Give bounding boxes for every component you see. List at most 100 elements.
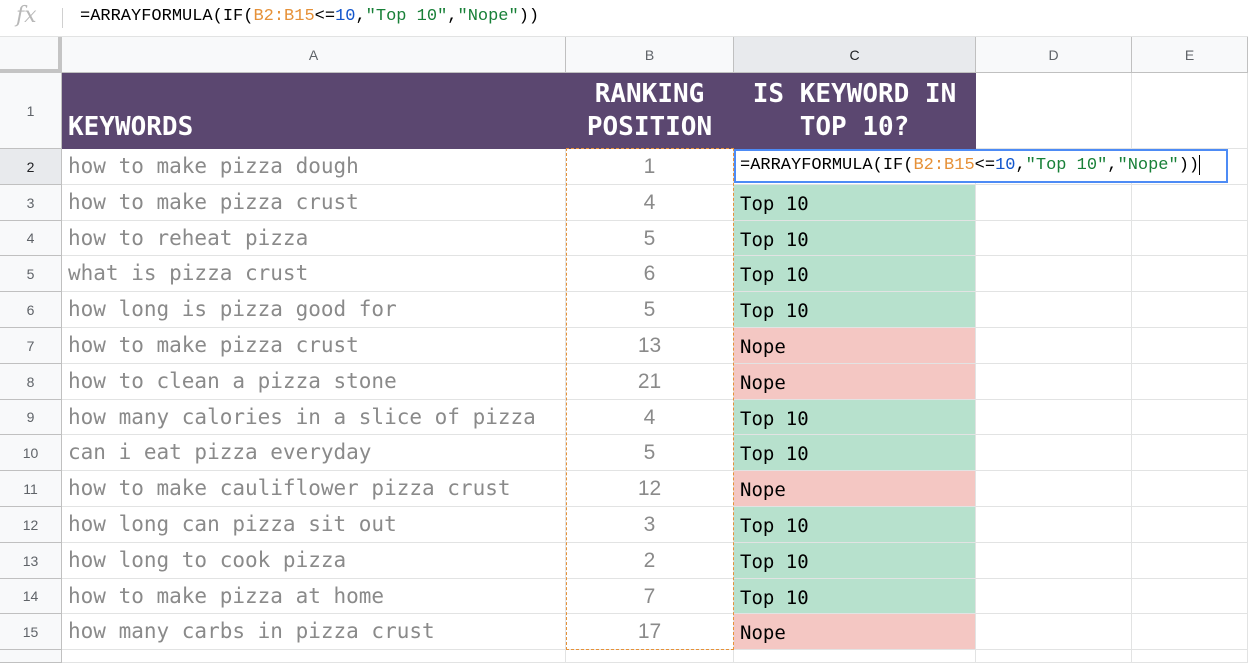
cell-e8[interactable] — [1132, 364, 1248, 400]
result-cell-nope[interactable]: Nope — [734, 328, 976, 364]
result-cell-top10[interactable]: Top 10 — [734, 221, 976, 256]
ranking-cell[interactable]: 7 — [566, 579, 734, 614]
keyword-cell[interactable]: how to clean a pizza stone — [62, 364, 566, 400]
ranking-cell[interactable]: 13 — [566, 328, 734, 364]
ranking-cell[interactable]: 4 — [566, 400, 734, 435]
cell-e12[interactable] — [1132, 507, 1248, 543]
result-cell-top10[interactable]: Top 10 — [734, 292, 976, 328]
result-cell-top10[interactable]: Top 10 — [734, 185, 976, 221]
keyword-cell[interactable]: how many calories in a slice of pizza — [62, 400, 566, 435]
column-header-a[interactable]: A — [62, 37, 566, 73]
result-cell-top10[interactable]: Top 10 — [734, 579, 976, 614]
cell-row16[interactable] — [734, 650, 976, 663]
keyword-cell[interactable]: how long can pizza sit out — [62, 507, 566, 543]
row-header-11[interactable]: 11 — [0, 471, 62, 507]
cell-row16[interactable] — [976, 650, 1132, 663]
cell-e5[interactable] — [1132, 256, 1248, 292]
ranking-cell[interactable]: 5 — [566, 435, 734, 471]
cell-d7[interactable] — [976, 328, 1132, 364]
keyword-cell[interactable]: how many carbs in pizza crust — [62, 614, 566, 650]
keyword-cell[interactable]: how to make pizza at home — [62, 579, 566, 614]
keyword-cell[interactable]: how to make pizza crust — [62, 185, 566, 221]
cell-e13[interactable] — [1132, 543, 1248, 579]
row-header-15[interactable]: 15 — [0, 614, 62, 650]
cell-d4[interactable] — [976, 221, 1132, 256]
cell-d14[interactable] — [976, 579, 1132, 614]
cell-c1-top10-header[interactable]: IS KEYWORD IN TOP 10? — [734, 73, 976, 149]
cell-d10[interactable] — [976, 435, 1132, 471]
cell-d3[interactable] — [976, 185, 1132, 221]
keyword-cell[interactable]: how to reheat pizza — [62, 221, 566, 256]
ranking-cell[interactable]: 3 — [566, 507, 734, 543]
row-header-10[interactable]: 10 — [0, 435, 62, 471]
cell-d6[interactable] — [976, 292, 1132, 328]
cell-d13[interactable] — [976, 543, 1132, 579]
select-all-corner[interactable] — [0, 37, 62, 73]
cell-d15[interactable] — [976, 614, 1132, 650]
cell-e11[interactable] — [1132, 471, 1248, 507]
cell-e3[interactable] — [1132, 185, 1248, 221]
ranking-cell[interactable]: 21 — [566, 364, 734, 400]
row-header-1[interactable]: 1 — [0, 73, 62, 149]
column-header-d[interactable]: D — [976, 37, 1132, 73]
result-cell-top10[interactable]: Top 10 — [734, 543, 976, 579]
cell-e1[interactable] — [1132, 73, 1248, 149]
row-header-7[interactable]: 7 — [0, 328, 62, 364]
keyword-cell[interactable]: how long is pizza good for — [62, 292, 566, 328]
cell-d5[interactable] — [976, 256, 1132, 292]
column-header-b[interactable]: B — [566, 37, 734, 73]
ranking-cell[interactable]: 1 — [566, 149, 734, 185]
row-header-14[interactable]: 14 — [0, 579, 62, 614]
row-header-13[interactable]: 13 — [0, 543, 62, 579]
row-header-2[interactable]: 2 — [0, 149, 62, 185]
result-cell-nope[interactable]: Nope — [734, 364, 976, 400]
cell-d11[interactable] — [976, 471, 1132, 507]
ranking-cell[interactable]: 12 — [566, 471, 734, 507]
cell-e15[interactable] — [1132, 614, 1248, 650]
keyword-cell[interactable]: how to make cauliflower pizza crust — [62, 471, 566, 507]
row-header-6[interactable]: 6 — [0, 292, 62, 328]
row-header-5[interactable]: 5 — [0, 256, 62, 292]
ranking-cell[interactable]: 6 — [566, 256, 734, 292]
row-header-12[interactable]: 12 — [0, 507, 62, 543]
ranking-cell[interactable]: 4 — [566, 185, 734, 221]
result-cell-top10[interactable]: Top 10 — [734, 435, 976, 471]
cell-row16[interactable] — [566, 650, 734, 663]
cell-e10[interactable] — [1132, 435, 1248, 471]
column-header-c[interactable]: C — [734, 37, 976, 73]
cell-d1[interactable] — [976, 73, 1132, 149]
ranking-cell[interactable]: 5 — [566, 221, 734, 256]
cell-e6[interactable] — [1132, 292, 1248, 328]
row-header-16[interactable] — [0, 650, 62, 663]
ranking-cell[interactable]: 2 — [566, 543, 734, 579]
keyword-cell[interactable]: what is pizza crust — [62, 256, 566, 292]
keyword-cell[interactable]: how to make pizza crust — [62, 328, 566, 364]
keyword-cell[interactable]: can i eat pizza everyday — [62, 435, 566, 471]
result-cell-top10[interactable]: Top 10 — [734, 256, 976, 292]
result-cell-top10[interactable]: Top 10 — [734, 507, 976, 543]
cell-d8[interactable] — [976, 364, 1132, 400]
ranking-cell[interactable]: 5 — [566, 292, 734, 328]
cell-d9[interactable] — [976, 400, 1132, 435]
row-header-3[interactable]: 3 — [0, 185, 62, 221]
cell-editor-c2[interactable]: =ARRAYFORMULA(IF(B2:B15<=10,"Top 10","No… — [734, 149, 1228, 183]
cell-row16[interactable] — [62, 650, 566, 663]
cell-b1-ranking-header[interactable]: RANKING POSITION — [566, 73, 734, 149]
cell-d12[interactable] — [976, 507, 1132, 543]
cell-e4[interactable] — [1132, 221, 1248, 256]
ranking-cell[interactable]: 17 — [566, 614, 734, 650]
keyword-cell[interactable]: how long to cook pizza — [62, 543, 566, 579]
cell-e14[interactable] — [1132, 579, 1248, 614]
row-header-4[interactable]: 4 — [0, 221, 62, 256]
cell-e7[interactable] — [1132, 328, 1248, 364]
result-cell-top10[interactable]: Top 10 — [734, 400, 976, 435]
row-header-9[interactable]: 9 — [0, 400, 62, 435]
cell-row16[interactable] — [1132, 650, 1248, 663]
formula-bar[interactable]: fx =ARRAYFORMULA(IF(B2:B15<=10,"Top 10",… — [0, 0, 1248, 37]
row-header-8[interactable]: 8 — [0, 364, 62, 400]
column-header-e[interactable]: E — [1132, 37, 1248, 73]
cell-a1-keywords-header[interactable]: KEYWORDS — [62, 73, 566, 149]
cell-e9[interactable] — [1132, 400, 1248, 435]
keyword-cell[interactable]: how to make pizza dough — [62, 149, 566, 185]
formula-bar-text[interactable]: =ARRAYFORMULA(IF(B2:B15<=10,"Top 10","No… — [80, 7, 539, 26]
